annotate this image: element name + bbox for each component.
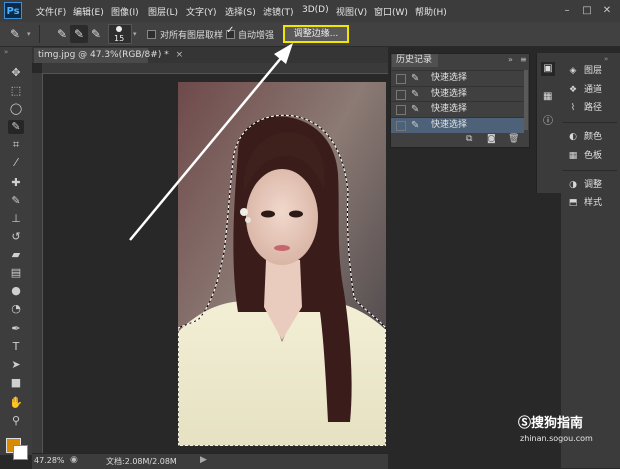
paths-panel-button[interactable]: ⌇ 路径 xyxy=(567,101,602,115)
info-panel-icon[interactable]: ⓘ xyxy=(543,112,553,127)
history-scrollbar[interactable] xyxy=(524,70,528,130)
quick-selection-brush-icon: ✎ xyxy=(411,120,420,131)
status-arrow-icon[interactable]: ▶ xyxy=(200,455,207,465)
layers-label: 图层 xyxy=(584,66,603,76)
watermark-url: zhinan.sogou.com xyxy=(520,434,593,443)
swatches-icon: ▦ xyxy=(568,151,578,161)
status-info-icon[interactable]: ◉ xyxy=(70,455,78,465)
history-snapshot-checkbox[interactable] xyxy=(396,90,406,100)
quick-selection-brush-icon: ✎ xyxy=(411,104,420,115)
collapse-arrows-icon[interactable]: » xyxy=(508,55,513,64)
history-snapshot-checkbox[interactable] xyxy=(396,105,406,115)
document-size-info: 文档:2.08M/2.08M xyxy=(106,457,177,466)
panel-menu-icon[interactable]: ≡ xyxy=(520,55,527,64)
adjustments-label: 调整 xyxy=(584,180,603,190)
color-icon: ◐ xyxy=(569,132,577,142)
styles-icon: ⬒ xyxy=(568,198,578,208)
sogou-logo-icon: Ⓢ xyxy=(518,416,532,431)
history-panel-tab[interactable]: 历史记录 xyxy=(392,54,438,67)
trash-icon[interactable]: 🗑 xyxy=(508,134,519,144)
swatches-panel-button[interactable]: ▦ 色板 xyxy=(567,149,602,163)
history-item[interactable]: ✎ 快速选择 xyxy=(391,101,524,117)
paths-label: 路径 xyxy=(584,103,603,113)
new-document-from-state-icon[interactable]: ⧉ xyxy=(466,134,472,144)
history-item-selected[interactable]: ✎ 快速选择 xyxy=(391,117,524,133)
adjustments-icon: ◑ xyxy=(569,180,577,190)
status-bar: 47.28% ◉ 文档:2.08M/2.08M ▶ xyxy=(32,453,388,469)
layers-panel-button[interactable]: ◈ 图层 xyxy=(567,64,602,78)
channels-label: 通道 xyxy=(584,85,603,95)
divider xyxy=(563,122,617,123)
color-label: 颜色 xyxy=(584,132,603,142)
watermark-text: 搜狗指南 xyxy=(531,416,584,431)
adjustments-panel-button[interactable]: ◑ 调整 xyxy=(567,178,602,192)
history-item-label: 快速选择 xyxy=(431,104,468,114)
history-item-label: 快速选择 xyxy=(431,120,468,130)
history-item-label: 快速选择 xyxy=(431,89,468,99)
styles-label: 样式 xyxy=(584,198,603,208)
channels-icon: ❖ xyxy=(568,85,578,95)
camera-snapshot-icon[interactable]: ◙ xyxy=(487,134,496,144)
quick-selection-brush-icon: ✎ xyxy=(411,89,420,100)
history-panel-icon[interactable]: ▣ xyxy=(541,62,555,76)
history-snapshot-checkbox[interactable] xyxy=(396,121,406,131)
history-item[interactable]: ✎ 快速选择 xyxy=(391,70,524,86)
brush-panel-icon[interactable]: ▦ xyxy=(543,91,552,102)
styles-panel-button[interactable]: ⬒ 样式 xyxy=(567,196,602,210)
color-panel-button[interactable]: ◐ 颜色 xyxy=(567,130,602,144)
quick-selection-brush-icon: ✎ xyxy=(411,73,420,84)
history-item[interactable]: ✎ 快速选择 xyxy=(391,86,524,102)
layers-icon: ◈ xyxy=(569,66,577,76)
swatches-label: 色板 xyxy=(584,151,603,161)
zoom-level[interactable]: 47.28% xyxy=(34,456,65,465)
sogou-watermark-logo: Ⓢ搜狗指南 xyxy=(518,412,583,431)
history-item-label: 快速选择 xyxy=(431,73,468,83)
history-snapshot-checkbox[interactable] xyxy=(396,74,406,84)
channels-panel-button[interactable]: ❖ 通道 xyxy=(567,83,602,97)
right-panel-group xyxy=(561,53,620,468)
paths-icon: ⌇ xyxy=(570,103,576,113)
divider xyxy=(563,170,617,171)
collapse-arrows-icon[interactable]: » xyxy=(604,55,608,63)
